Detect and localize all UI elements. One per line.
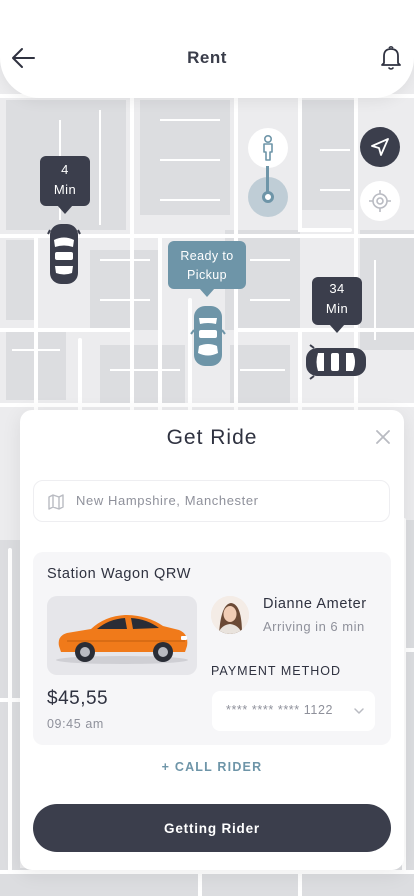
close-icon[interactable] xyxy=(374,428,392,446)
navigation-arrow-icon xyxy=(371,138,389,156)
marker-unit: Min xyxy=(53,181,77,197)
card-number: **** **** **** 1122 xyxy=(226,703,334,717)
ride-price: $45,55 xyxy=(47,688,109,709)
driver-name: Dianne Ameter xyxy=(263,596,367,612)
person-icon xyxy=(263,135,273,161)
address-text: New Hampshire, Manchester xyxy=(76,493,259,508)
getting-rider-button[interactable]: Getting Rider xyxy=(33,804,391,852)
vehicle-image xyxy=(47,596,197,675)
car-marker-icon[interactable] xyxy=(190,304,226,368)
map-icon xyxy=(48,494,64,510)
vehicle-name: Station Wagon QRW xyxy=(47,566,191,582)
chevron-down-icon xyxy=(354,708,364,714)
marker-unit: Min xyxy=(325,300,349,316)
orange-car-illustration xyxy=(56,615,188,664)
page-title: Rent xyxy=(187,48,227,67)
ready-to-pickup-marker[interactable]: Ready to Pickup xyxy=(168,241,246,297)
car-marker-icon[interactable] xyxy=(304,344,368,380)
eta-marker-4min[interactable]: 4 Min xyxy=(40,156,90,214)
bell-icon[interactable] xyxy=(378,44,404,72)
app-header: Rent xyxy=(0,0,414,98)
marker-line1: Ready to xyxy=(180,249,234,263)
ride-details-card: Station Wagon QRW $45,55 09:45 am Dianne… xyxy=(33,552,391,745)
marker-line2: Pickup xyxy=(187,267,227,282)
driver-status: Arriving in 6 min xyxy=(263,619,365,634)
marker-value: 4 xyxy=(61,162,69,177)
eta-marker-34min[interactable]: 34 Min xyxy=(312,277,362,333)
car-marker-icon[interactable] xyxy=(46,222,82,286)
locate-me-button[interactable] xyxy=(360,181,400,221)
payment-method-select[interactable]: **** **** **** 1122 xyxy=(212,691,375,731)
navigate-button[interactable] xyxy=(360,127,400,167)
ride-time: 09:45 am xyxy=(47,717,104,731)
current-location-dot xyxy=(262,191,274,203)
driver-photo xyxy=(211,596,249,634)
driver-avatar[interactable] xyxy=(211,596,249,634)
address-field[interactable]: New Hampshire, Manchester xyxy=(33,480,390,522)
call-rider-link[interactable]: + CALL RIDER xyxy=(20,760,404,774)
pickup-location-pin[interactable] xyxy=(248,128,288,168)
marker-value: 34 xyxy=(329,281,345,296)
crosshair-icon xyxy=(369,190,391,212)
get-ride-panel: Get Ride New Hampshire, Manchester Stati… xyxy=(20,410,404,870)
payment-method-label: PAYMENT METHOD xyxy=(211,664,341,678)
panel-title: Get Ride xyxy=(166,426,258,449)
